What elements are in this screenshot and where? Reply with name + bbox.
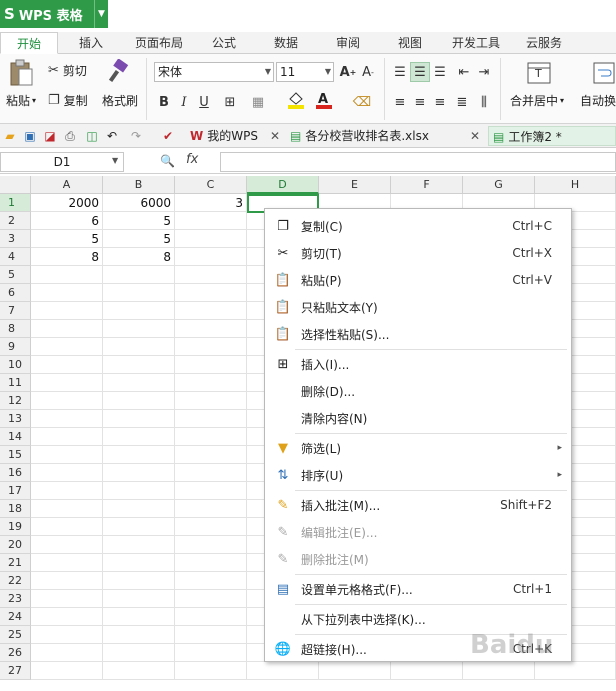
paste-text-icon: 📋 [274, 299, 292, 315]
menu-item-cut[interactable]: ✂ 剪切(T) Ctrl+X [266, 240, 570, 266]
menu-separator [295, 574, 567, 575]
menu-item-sort[interactable]: ⇅ 排序(U) ▸ [266, 462, 570, 488]
menu-item-paste[interactable]: 📋 粘贴(P) Ctrl+V [266, 267, 570, 293]
format-cells-icon: ▤ [276, 581, 290, 597]
menu-item-filter[interactable]: ▼ 筛选(L) ▸ [266, 435, 570, 461]
delete-comment-icon: ✎ [277, 551, 289, 567]
submenu-arrow-icon: ▸ [557, 443, 562, 453]
menu-item-paste-text[interactable]: 📋 只粘贴文本(Y) [266, 294, 570, 320]
menu-item-clear-contents[interactable]: 清除内容(N) [266, 405, 570, 431]
menu-item-insert[interactable]: ⊞ 插入(I)... [266, 351, 570, 377]
sort-icon: ⇅ [277, 467, 289, 483]
scissors-icon: ✂ [277, 245, 289, 261]
menu-separator [295, 490, 567, 491]
menu-item-copy[interactable]: ❐ 复制(C) Ctrl+C [266, 213, 570, 239]
filter-icon: ▼ [278, 440, 288, 456]
insert-comment-icon: ✎ [277, 497, 289, 513]
wps-spreadsheet-window: S WPS 表格 ▼ 开始 插入 页面布局 公式 数据 审阅 视图 开发工具 云… [0, 0, 616, 691]
paste-icon: 📋 [274, 272, 292, 288]
insert-cells-icon: ⊞ [277, 356, 289, 372]
baidu-watermark: Baidu [470, 630, 554, 660]
menu-item-delete[interactable]: 删除(D)... [266, 378, 570, 404]
paste-special-icon: 📋 [274, 326, 292, 342]
copy-icon: ❐ [277, 218, 289, 234]
menu-separator [295, 604, 567, 605]
edit-comment-icon: ✎ [277, 524, 289, 540]
menu-item-edit-comment: ✎ 编辑批注(E)... [266, 519, 570, 545]
menu-item-insert-comment[interactable]: ✎ 插入批注(M)... Shift+F2 [266, 492, 570, 518]
submenu-arrow-icon: ▸ [557, 470, 562, 480]
menu-item-format-cells[interactable]: ▤ 设置单元格格式(F)... Ctrl+1 [266, 576, 570, 602]
menu-separator [295, 349, 567, 350]
menu-item-paste-special[interactable]: 📋 选择性粘贴(S)... [266, 321, 570, 347]
menu-separator [295, 433, 567, 434]
menu-item-delete-comment: ✎ 删除批注(M) [266, 546, 570, 572]
menu-item-pick-from-list[interactable]: 从下拉列表中选择(K)... [266, 606, 570, 632]
hyperlink-globe-icon: 🌐 [274, 641, 292, 657]
context-menu: ❐ 复制(C) Ctrl+C ✂ 剪切(T) Ctrl+X 📋 粘贴(P) Ct… [264, 208, 572, 662]
